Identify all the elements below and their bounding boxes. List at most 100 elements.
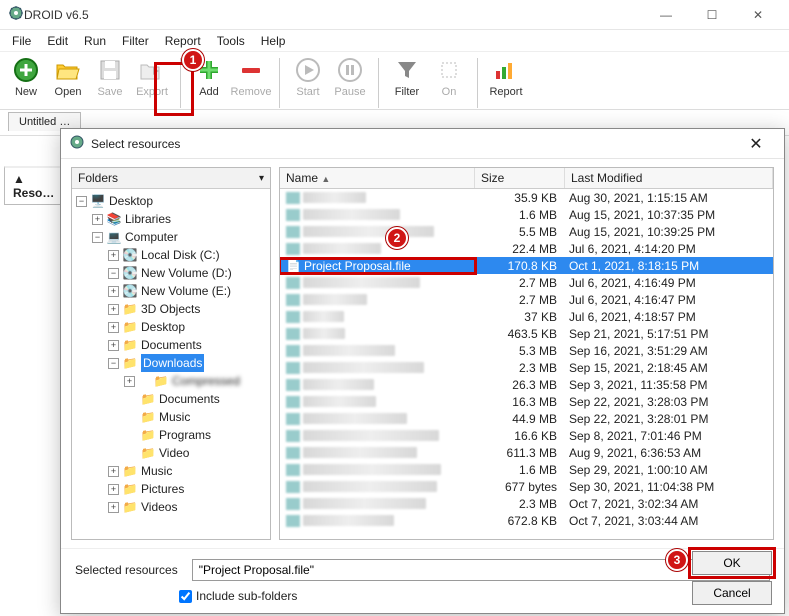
file-row[interactable]: 35.9 KBAug 30, 2021, 1:15:15 AM bbox=[280, 189, 773, 206]
selected-resources-label: Selected resources bbox=[75, 563, 178, 577]
file-size: 463.5 KB bbox=[475, 327, 565, 341]
tree-local-disk-c[interactable]: Local Disk (C:) bbox=[141, 246, 220, 264]
file-size: 2.3 MB bbox=[475, 361, 565, 375]
tree-pictures[interactable]: Pictures bbox=[141, 480, 184, 498]
tree-desktop[interactable]: Desktop bbox=[109, 192, 153, 210]
file-list[interactable]: 35.9 KBAug 30, 2021, 1:15:15 AM1.6 MBAug… bbox=[280, 189, 773, 539]
folder-tree[interactable]: −🖥️Desktop +📚Libraries −💻Computer +💽Loca… bbox=[72, 189, 270, 539]
tree-new-volume-e[interactable]: New Volume (E:) bbox=[141, 282, 231, 300]
file-row[interactable]: 2.7 MBJul 6, 2021, 4:16:47 PM bbox=[280, 291, 773, 308]
minus-icon bbox=[237, 56, 265, 84]
file-date: Jul 6, 2021, 4:14:20 PM bbox=[565, 242, 773, 256]
folder-icon: 📁 bbox=[122, 356, 138, 370]
pause-button[interactable]: Pause bbox=[330, 56, 370, 106]
select-resources-dialog: Select resources ✕ Folders ▾ −🖥️Desktop … bbox=[60, 128, 785, 614]
open-button[interactable]: Open bbox=[48, 56, 88, 106]
start-button[interactable]: Start bbox=[288, 56, 328, 106]
file-row[interactable]: 22.4 MBJul 6, 2021, 4:14:20 PM bbox=[280, 240, 773, 257]
col-size[interactable]: Size bbox=[475, 168, 565, 188]
filter-on-button[interactable]: On bbox=[429, 56, 469, 106]
minimize-button[interactable]: — bbox=[643, 0, 689, 30]
file-date: Sep 30, 2021, 11:04:38 PM bbox=[565, 480, 773, 494]
file-row[interactable]: 5.3 MBSep 16, 2021, 3:51:29 AM bbox=[280, 342, 773, 359]
tree-music[interactable]: Music bbox=[141, 462, 172, 480]
ok-button[interactable]: OK bbox=[692, 551, 772, 575]
menu-tools[interactable]: Tools bbox=[211, 33, 251, 49]
tree-videos[interactable]: Videos bbox=[141, 498, 177, 516]
file-row[interactable]: 1.6 MBSep 29, 2021, 1:00:10 AM bbox=[280, 461, 773, 478]
file-row[interactable]: 1.6 MBAug 15, 2021, 10:37:35 PM bbox=[280, 206, 773, 223]
annotation-badge-3: 3 bbox=[666, 549, 688, 571]
file-row[interactable]: 16.6 KBSep 8, 2021, 7:01:46 PM bbox=[280, 427, 773, 444]
file-row[interactable]: 2.3 MBSep 15, 2021, 2:18:45 AM bbox=[280, 359, 773, 376]
menu-file[interactable]: File bbox=[6, 33, 37, 49]
menu-help[interactable]: Help bbox=[255, 33, 292, 49]
file-size: 2.7 MB bbox=[475, 276, 565, 290]
file-size: 611.3 MB bbox=[475, 446, 565, 460]
file-size: 672.8 KB bbox=[475, 514, 565, 528]
file-row[interactable]: 463.5 KBSep 21, 2021, 5:17:51 PM bbox=[280, 325, 773, 342]
save-button[interactable]: Save bbox=[90, 56, 130, 106]
tree-libraries[interactable]: Libraries bbox=[125, 210, 171, 228]
file-row[interactable]: 44.9 MBSep 22, 2021, 3:28:01 PM bbox=[280, 410, 773, 427]
file-date: Oct 7, 2021, 3:03:44 AM bbox=[565, 514, 773, 528]
menu-report[interactable]: Report bbox=[159, 33, 207, 49]
file-row[interactable]: 26.3 MBSep 3, 2021, 11:35:58 PM bbox=[280, 376, 773, 393]
cancel-button[interactable]: Cancel bbox=[692, 581, 772, 605]
include-subfolders-checkbox[interactable] bbox=[179, 590, 192, 603]
tree-new-volume-d[interactable]: New Volume (D:) bbox=[141, 264, 232, 282]
file-row[interactable]: 672.8 KBOct 7, 2021, 3:03:44 AM bbox=[280, 512, 773, 529]
close-button[interactable]: ✕ bbox=[735, 0, 781, 30]
dialog-close-button[interactable]: ✕ bbox=[736, 134, 776, 154]
tree-3d-objects[interactable]: 3D Objects bbox=[141, 300, 200, 318]
file-row[interactable]: 📄Project Proposal.file170.8 KBOct 1, 202… bbox=[280, 257, 773, 274]
remove-button[interactable]: Remove bbox=[231, 56, 271, 106]
tree-documents[interactable]: Documents bbox=[141, 336, 202, 354]
tree-video[interactable]: Video bbox=[159, 444, 189, 462]
folder-open-icon bbox=[54, 56, 82, 84]
library-icon: 📚 bbox=[106, 212, 122, 226]
report-button[interactable]: Report bbox=[486, 56, 526, 106]
file-row[interactable]: 16.3 MBSep 22, 2021, 3:28:03 PM bbox=[280, 393, 773, 410]
file-date: Sep 29, 2021, 1:00:10 AM bbox=[565, 463, 773, 477]
file-date: Sep 22, 2021, 3:28:01 PM bbox=[565, 412, 773, 426]
tree-desktop-folder[interactable]: Desktop bbox=[141, 318, 185, 336]
col-modified[interactable]: Last Modified bbox=[565, 168, 773, 188]
tree-programs[interactable]: Programs bbox=[159, 426, 211, 444]
tree-downloads[interactable]: Downloads bbox=[141, 354, 204, 372]
file-size: 2.7 MB bbox=[475, 293, 565, 307]
filter-on-icon bbox=[435, 56, 463, 84]
tree-computer[interactable]: Computer bbox=[125, 228, 178, 246]
toolbar: New Open Save Export Add Remove Start Pa… bbox=[0, 52, 789, 110]
file-date: Sep 8, 2021, 7:01:46 PM bbox=[565, 429, 773, 443]
file-date: Oct 1, 2021, 8:18:15 PM bbox=[565, 259, 773, 273]
file-row[interactable]: 2.3 MBOct 7, 2021, 3:02:34 AM bbox=[280, 495, 773, 512]
menu-run[interactable]: Run bbox=[78, 33, 112, 49]
tree-music-sub[interactable]: Music bbox=[159, 408, 190, 426]
file-row[interactable]: 5.5 MBAug 15, 2021, 10:39:25 PM bbox=[280, 223, 773, 240]
file-date: Aug 9, 2021, 6:36:53 AM bbox=[565, 446, 773, 460]
file-date: Aug 15, 2021, 10:39:25 PM bbox=[565, 225, 773, 239]
col-name[interactable]: Name ▲ bbox=[280, 168, 475, 188]
tree-compressed[interactable]: Compressed bbox=[172, 372, 240, 390]
menu-edit[interactable]: Edit bbox=[41, 33, 74, 49]
file-size: 16.6 KB bbox=[475, 429, 565, 443]
folder-icon: 📁 bbox=[122, 464, 138, 478]
file-row[interactable]: 37 KBJul 6, 2021, 4:18:57 PM bbox=[280, 308, 773, 325]
new-button[interactable]: New bbox=[6, 56, 46, 106]
file-size: 2.3 MB bbox=[475, 497, 565, 511]
chevron-down-icon[interactable]: ▾ bbox=[259, 173, 264, 184]
folder-icon: 📁 bbox=[140, 446, 156, 460]
play-icon bbox=[294, 56, 322, 84]
file-row[interactable]: 611.3 MBAug 9, 2021, 6:36:53 AM bbox=[280, 444, 773, 461]
maximize-button[interactable]: ☐ bbox=[689, 0, 735, 30]
file-date: Jul 6, 2021, 4:16:49 PM bbox=[565, 276, 773, 290]
menu-filter[interactable]: Filter bbox=[116, 33, 155, 49]
filter-button[interactable]: Filter bbox=[387, 56, 427, 106]
file-row[interactable]: 677 bytesSep 30, 2021, 11:04:38 PM bbox=[280, 478, 773, 495]
file-date: Aug 15, 2021, 10:37:35 PM bbox=[565, 208, 773, 222]
tree-documents-sub[interactable]: Documents bbox=[159, 390, 220, 408]
file-icon: 📄 bbox=[286, 259, 301, 273]
export-button[interactable]: Export bbox=[132, 56, 172, 106]
file-row[interactable]: 2.7 MBJul 6, 2021, 4:16:49 PM bbox=[280, 274, 773, 291]
